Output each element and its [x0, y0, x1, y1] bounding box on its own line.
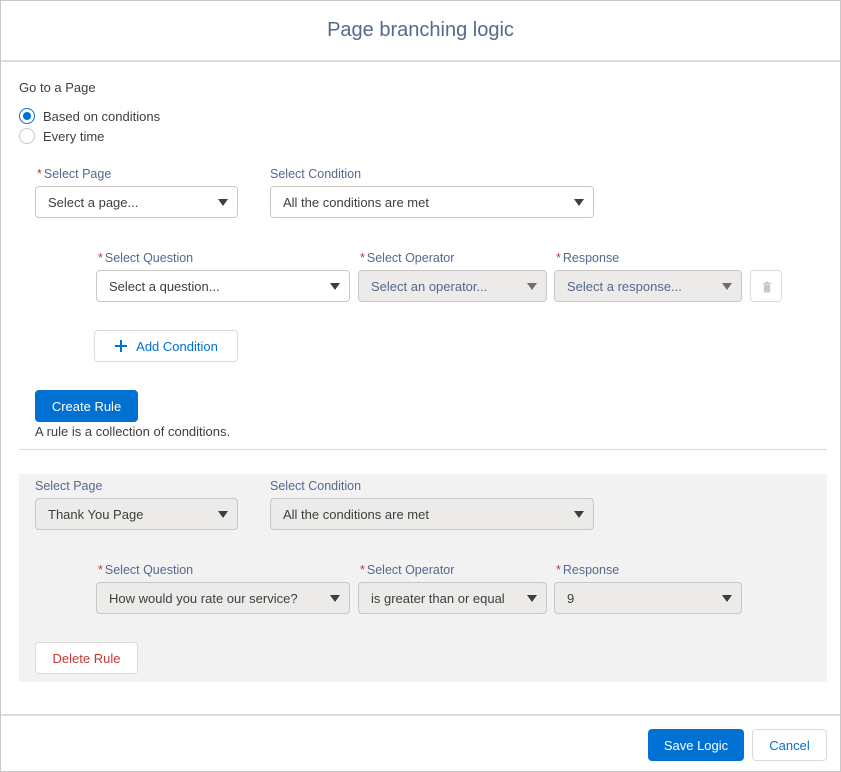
- rule-select-operator-dropdown[interactable]: is greater than or equal: [358, 582, 547, 614]
- create-rule-button[interactable]: Create Rule: [35, 390, 138, 422]
- required-marker: *: [360, 251, 365, 265]
- select-page-placeholder: Select a page...: [48, 194, 139, 210]
- select-page-label: * Select Page: [37, 167, 111, 181]
- select-condition-dropdown[interactable]: All the conditions are met: [270, 186, 594, 218]
- radio-based-on-conditions[interactable]: [19, 108, 35, 124]
- branching-logic-modal: Page branching logic Go to a Page Based …: [0, 0, 841, 772]
- chevron-down-icon: [218, 511, 228, 518]
- required-marker: *: [37, 167, 42, 181]
- rule-select-condition-dropdown[interactable]: All the conditions are met: [270, 498, 594, 530]
- select-page-dropdown[interactable]: Select a page...: [35, 186, 238, 218]
- select-condition-value: All the conditions are met: [283, 194, 429, 210]
- chevron-down-icon: [574, 199, 584, 206]
- add-condition-button[interactable]: Add Condition: [94, 330, 238, 362]
- select-page-label-text: Select Page: [43, 167, 112, 181]
- section-divider: [19, 449, 827, 450]
- select-operator-dropdown[interactable]: Select an operator...: [358, 270, 547, 302]
- select-operator-label: * Select Operator: [360, 251, 454, 265]
- required-marker: *: [98, 251, 103, 265]
- cancel-button[interactable]: Cancel: [752, 729, 827, 761]
- modal-title: Page branching logic: [327, 19, 514, 41]
- rule-select-operator-label: * Select Operator: [360, 563, 454, 577]
- chevron-down-icon: [722, 283, 732, 290]
- trash-icon: [763, 281, 771, 293]
- radio-every-time-label[interactable]: Every time: [43, 129, 104, 144]
- rule-response-dropdown[interactable]: 9: [554, 582, 742, 614]
- rule-select-condition-value: All the conditions are met: [283, 506, 429, 522]
- rule-select-operator-label-text: Select Operator: [366, 563, 455, 577]
- chevron-down-icon: [722, 595, 732, 602]
- cancel-label: Cancel: [769, 737, 810, 753]
- rule-select-question-label-text: Select Question: [104, 563, 194, 577]
- save-logic-label: Save Logic: [663, 737, 729, 753]
- create-rule-label: Create Rule: [51, 398, 122, 414]
- rule-response-label: * Response: [556, 563, 619, 577]
- required-marker: *: [98, 563, 103, 577]
- radio-every-time[interactable]: [19, 128, 35, 144]
- delete-condition-button[interactable]: [750, 270, 782, 302]
- plus-icon: [115, 340, 128, 352]
- add-condition-label: Add Condition: [136, 338, 218, 354]
- chevron-down-icon: [527, 595, 537, 602]
- rule-help-text: A rule is a collection of conditions.: [35, 424, 231, 439]
- response-dropdown[interactable]: Select a response...: [554, 270, 742, 302]
- radio-based-on-conditions-label[interactable]: Based on conditions: [43, 109, 160, 124]
- rule-select-operator-value: is greater than or equal: [371, 590, 505, 606]
- required-marker: *: [360, 563, 365, 577]
- select-operator-placeholder: Select an operator...: [371, 278, 488, 294]
- response-label-text: Response: [562, 251, 620, 265]
- save-logic-button[interactable]: Save Logic: [648, 729, 744, 761]
- modal-header: Page branching logic: [1, 1, 840, 62]
- delete-rule-button[interactable]: Delete Rule: [35, 642, 138, 674]
- rule-select-question-value: How would you rate our service?: [109, 590, 298, 606]
- chevron-down-icon: [574, 511, 584, 518]
- chevron-down-icon: [330, 283, 340, 290]
- rule-select-question-dropdown[interactable]: How would you rate our service?: [96, 582, 350, 614]
- rule-select-condition-label: Select Condition: [270, 479, 362, 493]
- select-question-placeholder: Select a question...: [109, 278, 220, 294]
- response-placeholder: Select a response...: [567, 278, 682, 294]
- select-condition-label: Select Condition: [270, 167, 362, 181]
- rule-response-label-text: Response: [562, 563, 620, 577]
- required-marker: *: [556, 563, 561, 577]
- select-question-label: * Select Question: [98, 251, 193, 265]
- rule-select-page-value: Thank You Page: [48, 506, 144, 522]
- response-label: * Response: [556, 251, 619, 265]
- required-marker: *: [556, 251, 561, 265]
- rule-select-question-label: * Select Question: [98, 563, 193, 577]
- select-operator-label-text: Select Operator: [366, 251, 455, 265]
- select-question-dropdown[interactable]: Select a question...: [96, 270, 350, 302]
- go-to-heading: Go to a Page: [19, 80, 96, 95]
- select-question-label-text: Select Question: [104, 251, 194, 265]
- rule-select-page-label: Select Page: [35, 479, 103, 493]
- rule-response-value: 9: [567, 590, 575, 606]
- delete-rule-label: Delete Rule: [52, 650, 121, 666]
- modal-footer: Save Logic Cancel: [1, 714, 840, 771]
- chevron-down-icon: [218, 199, 228, 206]
- chevron-down-icon: [330, 595, 340, 602]
- rule-select-page-dropdown[interactable]: Thank You Page: [35, 498, 238, 530]
- chevron-down-icon: [527, 283, 537, 290]
